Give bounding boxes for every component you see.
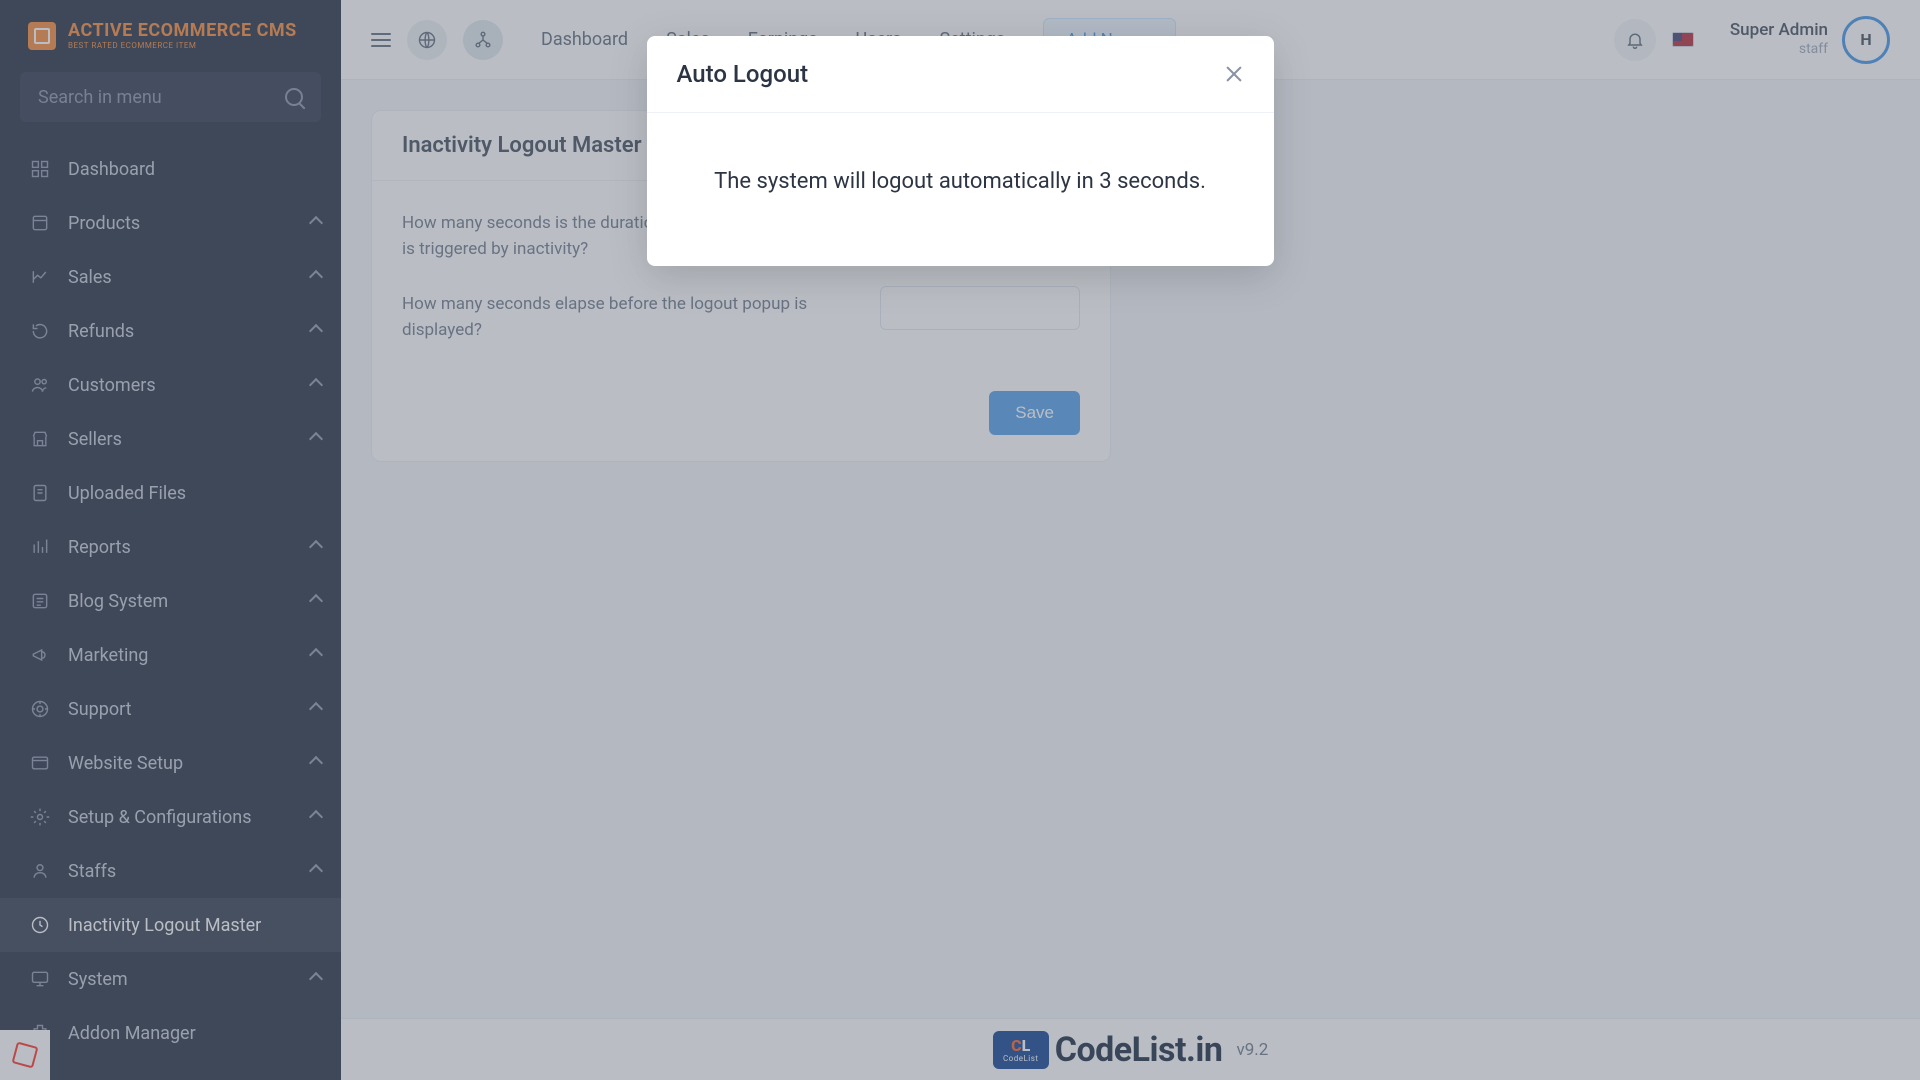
modal-overlay[interactable]: Auto Logout The system will logout autom… [0, 0, 1920, 1080]
modal-title: Auto Logout [677, 60, 809, 88]
modal-close-button[interactable] [1224, 64, 1244, 84]
auto-logout-modal: Auto Logout The system will logout autom… [647, 36, 1274, 266]
modal-message: The system will logout automatically in … [677, 169, 1244, 194]
modal-header: Auto Logout [647, 36, 1274, 113]
